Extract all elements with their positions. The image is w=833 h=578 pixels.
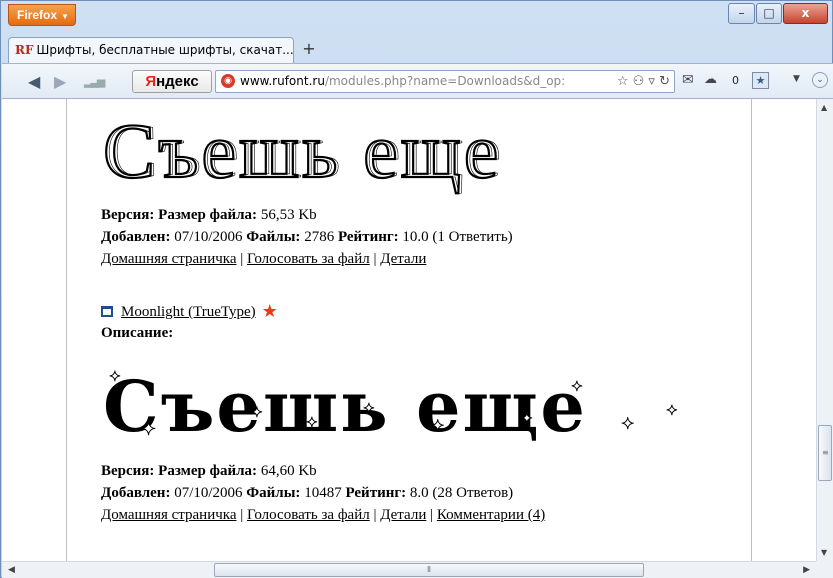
size-label: Размер файла: <box>158 463 258 479</box>
mail-icon[interactable]: ✉ <box>682 72 694 88</box>
font-title-link[interactable]: Moonlight (TrueType) <box>121 304 256 320</box>
entry1-meta-stats: Добавлен: 07/10/2006 Файлы: 2786 Рейтинг… <box>101 229 513 246</box>
firefox-menu-label: Firefox <box>17 8 58 22</box>
maximize-button[interactable]: □ <box>756 3 782 24</box>
rating-value: 10.0 (1 Ответить) <box>402 229 513 245</box>
page-content: Съешь еще Съешь еще Версия: Размер файла… <box>66 99 752 561</box>
dropdown-circle-icon[interactable]: ⌄ <box>812 72 828 88</box>
dropdown-arrow-icon: ▼ <box>61 12 69 21</box>
version-label: Версия: <box>101 463 155 479</box>
entry2-description: Описание: <box>101 325 173 342</box>
files-value: 2786 <box>304 229 335 245</box>
yandex-button[interactable]: Яндекс <box>132 70 212 93</box>
page-viewport: Съешь еще Съешь еще Версия: Размер файла… <box>2 99 816 561</box>
rf-favicon-icon: RF <box>15 43 34 57</box>
entry2-links: Домашняя страничка | Голосовать за файл … <box>101 507 546 523</box>
rating-label: Рейтинг: <box>337 229 399 245</box>
svg-text:✦: ✦ <box>141 419 156 440</box>
files-value: 10487 <box>304 485 342 501</box>
yandex-logo-rest: ндекс <box>156 73 199 90</box>
preview-text-inline: Съешь еще <box>106 107 504 194</box>
url-domain: www.rufont.ru <box>240 74 325 88</box>
minimize-button[interactable]: – <box>728 3 755 24</box>
scroll-up-arrow-icon[interactable]: ▲ <box>821 103 827 112</box>
svg-text:✦: ✦ <box>666 403 678 419</box>
scroll-left-arrow-icon[interactable]: ◀ <box>8 565 15 575</box>
grip-icon: ≡ <box>822 448 829 457</box>
home-page-link[interactable]: Домашняя страничка <box>101 507 237 523</box>
entry1-meta-size: Версия: Размер файла: 56,53 Kb <box>101 207 317 224</box>
svg-text:✦: ✦ <box>521 411 533 427</box>
svg-text:✦: ✦ <box>431 416 444 435</box>
signal-bars-icon: ▂▃▅ <box>84 75 105 88</box>
svg-text:✦: ✦ <box>571 379 583 395</box>
navigation-toolbar: ◀ ▶ ▂▃▅ Яндекс ◉ www.rufont.ru/modules.p… <box>2 63 833 99</box>
address-bar[interactable]: ◉ www.rufont.ru/modules.php?name=Downloa… <box>215 70 675 93</box>
new-window-icon[interactable] <box>101 306 113 317</box>
font-preview-moonlight: Съешь еще ✦ ✦ ✦ ✦ ✦ ✦ ✦ ✦ ✦ ✦ <box>103 365 679 445</box>
scroll-down-arrow-icon[interactable]: ▼ <box>821 548 827 557</box>
entry2-meta-stats: Добавлен: 07/10/2006 Файлы: 10487 Рейтин… <box>101 485 513 502</box>
vote-link[interactable]: Голосовать за файл <box>247 251 370 267</box>
scroll-right-arrow-icon[interactable]: ▶ <box>803 565 810 575</box>
comments-link[interactable]: Комментарии (4) <box>437 507 545 523</box>
bookmark-star-icon[interactable]: ☆ <box>617 74 629 89</box>
weather-cloud-icon[interactable]: ☁ <box>704 72 717 87</box>
yandex-logo-letter: Я <box>145 73 157 90</box>
forward-arrow-icon[interactable]: ▶ <box>54 72 66 91</box>
font-preview-outline: Съешь еще Съешь еще <box>102 106 504 195</box>
tab-rufont[interactable]: RF Шрифты, бесплатные шрифты, скачат... <box>8 37 294 63</box>
svg-text:✦: ✦ <box>621 414 634 433</box>
vote-link[interactable]: Голосовать за файл <box>247 507 370 523</box>
files-label: Файлы: <box>246 229 301 245</box>
url-actions: ☆ ⚇ ▿ ↻ <box>612 71 670 92</box>
back-arrow-icon[interactable]: ◀ <box>28 72 40 91</box>
size-label: Размер файла: <box>158 207 258 223</box>
new-tab-button[interactable]: + <box>298 40 320 60</box>
toolbar-menu-arrow-icon[interactable]: ▼ <box>793 74 800 84</box>
entry2-title: Moonlight (TrueType) ★ <box>101 301 278 322</box>
size-value: 64,60 Kb <box>260 463 317 479</box>
added-label: Добавлен: <box>101 485 171 501</box>
svg-text:✦: ✦ <box>306 415 318 431</box>
details-link[interactable]: Детали <box>380 507 426 523</box>
added-value: 07/10/2006 <box>174 485 243 501</box>
home-page-link[interactable]: Домашняя страничка <box>101 251 237 267</box>
entry2-meta-size: Версия: Размер файла: 64,60 Kb <box>101 463 317 480</box>
title-bar: Firefox ▼ – □ x <box>1 1 832 37</box>
reload-icon[interactable]: ↻ <box>659 74 670 89</box>
site-identity-icon[interactable]: ◉ <box>221 74 235 88</box>
url-path: /modules.php?name=Downloads&d_op: <box>324 74 566 88</box>
files-label: Файлы: <box>246 485 301 501</box>
entry1-links: Домашняя страничка | Голосовать за файл … <box>101 251 427 267</box>
version-label: Версия: <box>101 207 155 223</box>
tab-title: Шрифты, бесплатные шрифты, скачат... <box>36 43 294 57</box>
preview-text-moonlight: Съешь еще <box>103 365 587 445</box>
horizontal-scroll-thumb[interactable]: ⦀ <box>214 563 644 577</box>
new-star-icon: ★ <box>261 301 278 321</box>
mail-count: 0 <box>732 74 739 87</box>
vertical-scrollbar[interactable]: ▲ ≡ ▼ <box>816 99 833 561</box>
bookmarks-icon[interactable]: ★ <box>752 72 769 89</box>
details-link[interactable]: Детали <box>380 251 426 267</box>
browser-window: Firefox ▼ – □ x RF Шрифты, бесплатные шриф… <box>0 0 833 578</box>
added-value: 07/10/2006 <box>174 229 243 245</box>
svg-text:✦: ✦ <box>109 369 121 385</box>
added-label: Добавлен: <box>101 229 171 245</box>
svg-text:✦: ✦ <box>251 405 263 421</box>
reader-glasses-icon[interactable]: ⚇ <box>633 74 645 89</box>
close-button[interactable]: x <box>783 3 828 24</box>
horizontal-scrollbar[interactable]: ◀ ⦀ ▶ <box>2 561 816 578</box>
description-label: Описание: <box>101 325 174 341</box>
history-dropdown-icon[interactable]: ▿ <box>648 74 655 89</box>
svg-text:✦: ✦ <box>363 401 375 417</box>
rating-value: 8.0 (28 Ответов) <box>409 485 514 501</box>
size-value: 56,53 Kb <box>260 207 317 223</box>
firefox-menu-button[interactable]: Firefox ▼ <box>8 4 76 26</box>
vertical-scroll-thumb[interactable]: ≡ <box>818 425 832 481</box>
rating-label: Рейтинг: <box>345 485 407 501</box>
